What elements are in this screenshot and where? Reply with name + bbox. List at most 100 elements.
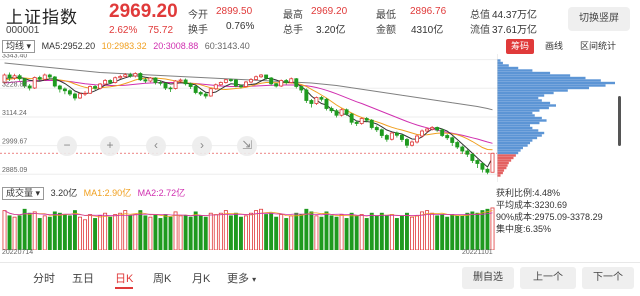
volume-bar (329, 215, 334, 250)
volume-bar (460, 215, 465, 250)
volume-bar (364, 218, 369, 250)
chip-bar (497, 116, 542, 120)
volume-selector[interactable]: 成交量 ▾ (2, 187, 45, 200)
candle (279, 80, 284, 87)
candle (485, 168, 490, 173)
volume-bar (465, 212, 470, 250)
volume-bar (223, 210, 228, 250)
price-tick-label: 3228.82 (2, 81, 27, 88)
candle (470, 153, 475, 161)
candle (208, 88, 213, 97)
candle (88, 86, 92, 94)
candle (374, 127, 379, 131)
candle (158, 82, 163, 84)
volume-bar (450, 214, 455, 250)
volume-bar (284, 218, 289, 250)
next-button[interactable]: 下一个 (582, 267, 634, 289)
chip-bar (497, 141, 531, 145)
volume-bar (208, 212, 213, 250)
reset-view-button[interactable]: ⇲ (237, 136, 257, 156)
candle (183, 79, 188, 85)
volume-bar (334, 216, 339, 250)
ma-selector[interactable]: 均线 ▾ (2, 40, 36, 53)
candle (319, 97, 324, 100)
volume-bar (153, 214, 158, 250)
zoom-in-button[interactable]: + (100, 136, 120, 156)
stat-value-float-cap: 37.61万亿 (492, 25, 538, 36)
tab-draw[interactable]: 画线 (540, 39, 568, 54)
volume-bar (379, 212, 384, 250)
candle (299, 86, 304, 91)
chip-bar (497, 126, 533, 130)
scroll-right-button[interactable]: › (192, 136, 212, 156)
volume-bar (218, 212, 223, 250)
chip-stats: 获利比例:4.48% 平均成本:3230.69 90%成本:2975.09-33… (496, 187, 636, 235)
cost-90-range: 90%成本:2975.09-3378.29 (496, 212, 603, 222)
candle (259, 74, 264, 78)
scroll-left-button[interactable]: ‹ (146, 136, 166, 156)
volume-bar (470, 211, 475, 250)
chip-bar (497, 154, 516, 157)
candle (228, 79, 233, 81)
tab-more[interactable]: 更多 ▾ (227, 270, 256, 286)
chip-bar (497, 111, 533, 115)
tab-chips[interactable]: 筹码 (506, 39, 534, 54)
scroll-indicator[interactable] (618, 96, 621, 146)
bottom-divider (0, 262, 640, 263)
stat-value-volume: 3.20亿 (316, 25, 346, 36)
candle (264, 74, 269, 79)
volume-bar (264, 214, 269, 250)
tab-daily-k[interactable]: 日K (115, 270, 134, 289)
zoom-out-button[interactable]: − (57, 136, 77, 156)
tab-five-day[interactable]: 五日 (72, 270, 94, 286)
remove-favorite-button[interactable]: 删自选 (462, 267, 514, 289)
volume-bar (480, 210, 485, 250)
volume-bar (17, 215, 22, 250)
volume-bar (203, 216, 208, 250)
chip-bar (497, 99, 542, 102)
chevron-down-icon: ▾ (252, 275, 257, 284)
candle (465, 150, 470, 155)
candle (379, 129, 384, 136)
previous-button[interactable]: 上一个 (520, 267, 576, 289)
chip-bar (497, 79, 601, 82)
chip-bar (497, 144, 528, 147)
candle (72, 93, 77, 99)
candle (12, 75, 17, 79)
tab-monthly-k[interactable]: 月K (192, 270, 210, 286)
candle (193, 86, 198, 93)
candle (420, 130, 425, 137)
tab-range-stats[interactable]: 区间统计 (572, 39, 624, 54)
volume-chart[interactable] (0, 200, 497, 250)
switch-portrait-button[interactable]: 切换竖屏 (568, 7, 630, 31)
candle (163, 82, 168, 89)
average-cost: 平均成本:3230.69 (496, 200, 568, 210)
volume-bar (228, 215, 233, 250)
volume-bar (62, 214, 67, 250)
kline-chart[interactable]: 3343.40 3228.82 3114.24 2999.67 2885.09 (0, 54, 497, 182)
index-price: 2969.20 (109, 1, 178, 22)
chip-bar (497, 131, 545, 135)
volume-bar (98, 215, 103, 250)
candle (460, 146, 465, 152)
volume-bar (445, 216, 450, 250)
volume-bar (259, 208, 264, 250)
candle (103, 80, 108, 85)
tab-intraday[interactable]: 分时 (33, 270, 55, 286)
volume-ma-line (4, 210, 493, 218)
stat-label-turnover: 换手 (188, 25, 208, 36)
candle (359, 118, 364, 124)
volume-ma2: MA2:2.72亿 (137, 188, 186, 198)
volume-bar (78, 216, 82, 250)
candle (123, 74, 128, 77)
chip-bar (497, 146, 523, 150)
volume-bar (354, 215, 359, 250)
chip-bar (497, 74, 571, 77)
volume-bar (279, 214, 284, 250)
volume-bar (42, 215, 47, 250)
volume-bar (304, 208, 309, 250)
candle (324, 98, 329, 109)
volume-bar (254, 210, 259, 250)
tab-weekly-k[interactable]: 周K (153, 270, 171, 286)
ma20-value: 20:3008.88 (153, 41, 199, 51)
